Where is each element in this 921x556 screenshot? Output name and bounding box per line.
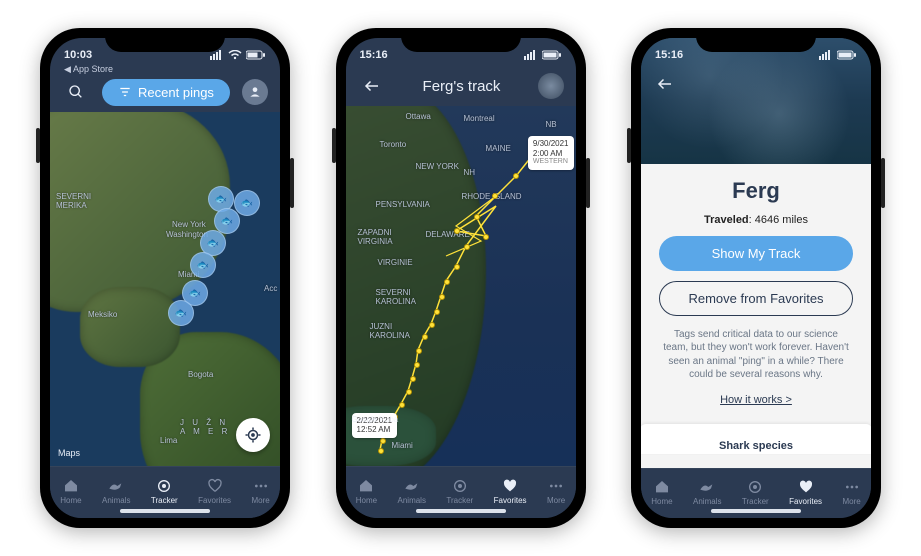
back-icon [363, 77, 381, 95]
notch [105, 28, 225, 52]
profile-sheet: Ferg Traveled: 4646 miles Show My Track … [641, 164, 871, 468]
tab-tracker[interactable]: Tracker [742, 479, 769, 506]
info-note: Tags send critical data to our science t… [659, 326, 853, 384]
animal-name: Ferg [732, 178, 780, 204]
map-label: PENSYLVANIA [376, 200, 430, 209]
phone-profile: 15:16 Ferg Traveled: 4646 miles Show My … [631, 28, 881, 528]
tab-tracker[interactable]: Tracker [151, 478, 178, 505]
tab-tracker[interactable]: Tracker [446, 478, 473, 505]
map-label: DELAWARE [426, 230, 470, 239]
battery-icon [246, 50, 266, 60]
distance-traveled: Traveled: 4646 miles [704, 214, 808, 226]
map-attribution: Maps [58, 448, 80, 458]
map-label: JUZNI KAROLINA [370, 322, 410, 340]
track-map[interactable]: Ottawa Montreal Toronto MAINE NB NEW YOR… [346, 106, 576, 466]
map-label: Toronto [380, 140, 407, 149]
screen: 10:03 ◀ App Store Recent pings [50, 38, 280, 518]
tab-animals[interactable]: Animals [398, 478, 426, 505]
page-title: Ferg's track [394, 78, 530, 95]
wifi-icon [228, 50, 242, 60]
locate-icon [244, 426, 262, 444]
map-label: ZAPADNI VIRGINIA [358, 228, 393, 246]
home-indicator[interactable] [711, 509, 801, 513]
tab-favorites[interactable]: Favorites [789, 479, 822, 506]
back-button[interactable] [651, 70, 679, 98]
status-time: 15:16 [655, 49, 683, 61]
notch [401, 28, 521, 52]
map-label: VIRGINIE [378, 258, 413, 267]
tab-more[interactable]: More [547, 478, 565, 505]
back-icon [656, 75, 674, 93]
status-right [819, 50, 857, 60]
tab-more[interactable]: More [252, 478, 270, 505]
map-label: Ottawa [406, 112, 431, 121]
map-view[interactable]: SEVERNI MERIKA New York Washington Miami… [50, 112, 280, 466]
animal-avatar[interactable] [538, 73, 564, 99]
tab-more[interactable]: More [843, 479, 861, 506]
profile-button[interactable] [242, 79, 268, 105]
next-section-peek[interactable]: Shark species [641, 424, 871, 454]
recent-pings-label: Recent pings [138, 85, 214, 100]
status-right [524, 50, 562, 60]
map-label: Lima [160, 436, 177, 445]
show-track-button[interactable]: Show My Track [659, 236, 853, 271]
map-label: NB [546, 120, 557, 129]
track-start-annotation[interactable]: 9/30/2021 2:00 AM WESTERN [528, 136, 574, 170]
map-label: SEVERNI MERIKA [56, 192, 91, 210]
locate-button[interactable] [236, 418, 270, 452]
map-label: Bogota [188, 370, 213, 379]
back-button[interactable] [358, 72, 386, 100]
map-label: Montreal [464, 114, 495, 123]
animal-ping[interactable]: 🐟 [190, 252, 216, 278]
status-time: 10:03 [64, 49, 92, 61]
map-attribution: Google Kuba [352, 415, 399, 424]
tab-home[interactable]: Home [651, 479, 672, 506]
status-time: 15:16 [360, 49, 388, 61]
map-label: Acc [264, 284, 277, 293]
tab-favorites[interactable]: Favorites [494, 478, 527, 505]
animal-ping[interactable]: 🐟 [234, 190, 260, 216]
map-label: NH [464, 168, 476, 177]
tab-animals[interactable]: Animals [693, 479, 721, 506]
map-label: NEW YORK [416, 162, 459, 171]
tab-home[interactable]: Home [60, 478, 81, 505]
search-button[interactable] [62, 78, 90, 106]
user-icon [248, 85, 262, 99]
map-label: MAINE [486, 144, 511, 153]
home-indicator[interactable] [120, 509, 210, 513]
screen: 15:16 Ferg Traveled: 4646 miles Show My … [641, 38, 871, 518]
battery-icon [837, 50, 857, 60]
app-header: Ferg's track [346, 66, 576, 106]
map-label: New York [172, 220, 206, 229]
app-header: Recent pings [50, 72, 280, 112]
map-label: J U Ž N A M E R [180, 418, 230, 436]
signal-icon [524, 50, 538, 60]
home-indicator[interactable] [416, 509, 506, 513]
tab-home[interactable]: Home [356, 478, 377, 505]
battery-icon [542, 50, 562, 60]
recent-pings-button[interactable]: Recent pings [102, 79, 230, 106]
status-right [210, 50, 266, 60]
screen: 15:16 Ferg's track Ottawa Montreal Toron… [346, 38, 576, 518]
map-label: SEVERNI KAROLINA [376, 288, 416, 306]
remove-favorite-button[interactable]: Remove from Favorites [659, 281, 853, 316]
phone-track-detail: 15:16 Ferg's track Ottawa Montreal Toron… [336, 28, 586, 528]
map-label: Meksiko [88, 310, 117, 319]
tab-favorites[interactable]: Favorites [198, 478, 231, 505]
notch [696, 28, 816, 52]
how-it-works-link[interactable]: How it works > [720, 394, 792, 406]
signal-icon [819, 50, 833, 60]
phone-tracker-map: 10:03 ◀ App Store Recent pings [40, 28, 290, 528]
map-label: Miami [392, 441, 413, 450]
filter-icon [118, 85, 132, 99]
animal-ping[interactable]: 🐟 [168, 300, 194, 326]
tab-animals[interactable]: Animals [102, 478, 130, 505]
